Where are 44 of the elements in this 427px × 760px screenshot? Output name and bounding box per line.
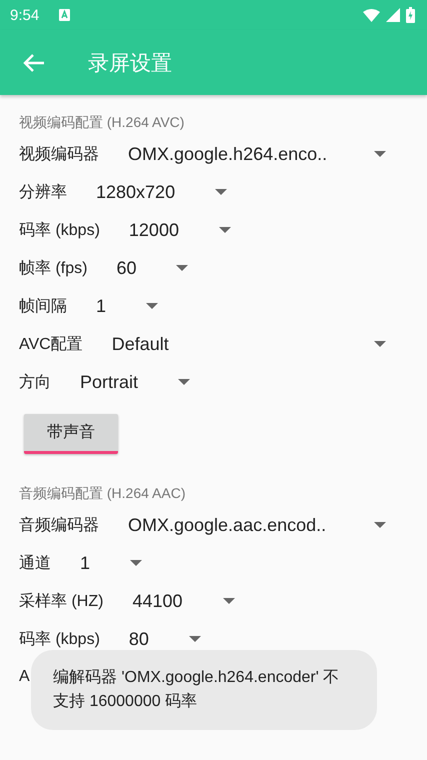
setting-label: 视频编码器	[19, 144, 99, 164]
setting-label: 音频编码器	[19, 516, 99, 536]
setting-label: 帧率 (fps)	[19, 258, 88, 278]
setting-label: 码率 (kbps)	[19, 220, 100, 240]
dropdown-caret-icon	[178, 379, 190, 385]
notification-icon	[59, 9, 70, 21]
dropdown[interactable]: 1	[64, 546, 150, 580]
setting-label: 采样率 (HZ)	[19, 592, 104, 612]
status-time: 9:54	[10, 6, 40, 24]
wifi-icon	[363, 8, 380, 22]
dropdown-caret-icon	[146, 303, 158, 309]
error-toast: 编解码器 'OMX.google.h264.encoder' 不支持 16000000 码率	[31, 650, 377, 730]
dropdown-caret-icon	[222, 598, 234, 604]
setting-label: 通道	[19, 554, 51, 574]
dropdown-caret-icon	[176, 265, 188, 271]
dropdown[interactable]: 60	[100, 251, 196, 285]
dropdown-caret-icon	[188, 636, 201, 642]
section-header: 音频编码配置 (H.264 AAC)	[19, 484, 186, 503]
dropdown-caret-icon	[218, 227, 231, 233]
dropdown-caret-icon	[374, 151, 386, 157]
setting-label: 帧间隔	[19, 296, 67, 316]
setting-label: 分辨率	[19, 182, 67, 202]
dropdown[interactable]: OMX.google.h264.enco..	[112, 137, 394, 171]
setting-label: AVC配置	[19, 334, 83, 354]
dropdown[interactable]: OMX.google.aac.encod..	[112, 508, 394, 542]
signal-icon	[386, 8, 400, 22]
section-header: 视频编码配置 (H.264 AVC)	[19, 113, 186, 132]
dropdown[interactable]: Portrait	[64, 365, 198, 399]
setting-label: 码率 (kbps)	[19, 630, 100, 650]
dropdown[interactable]: 12000	[112, 213, 239, 247]
toggle-button[interactable]: 带声音	[24, 414, 118, 454]
screen-title: 录屏设置	[88, 50, 172, 76]
dropdown[interactable]: Default	[96, 327, 394, 361]
dropdown-caret-icon	[130, 560, 142, 566]
dropdown[interactable]: 1280x720	[80, 175, 236, 209]
back-icon[interactable]	[23, 54, 45, 72]
battery-icon	[406, 7, 415, 23]
dropdown[interactable]: 44100	[116, 584, 242, 618]
setting-label: A	[19, 668, 30, 686]
dropdown[interactable]: 1	[80, 289, 166, 323]
dropdown-caret-icon	[215, 189, 228, 195]
setting-label: 方向	[19, 372, 51, 392]
dropdown-caret-icon	[374, 341, 386, 347]
dropdown-caret-icon	[374, 522, 386, 528]
